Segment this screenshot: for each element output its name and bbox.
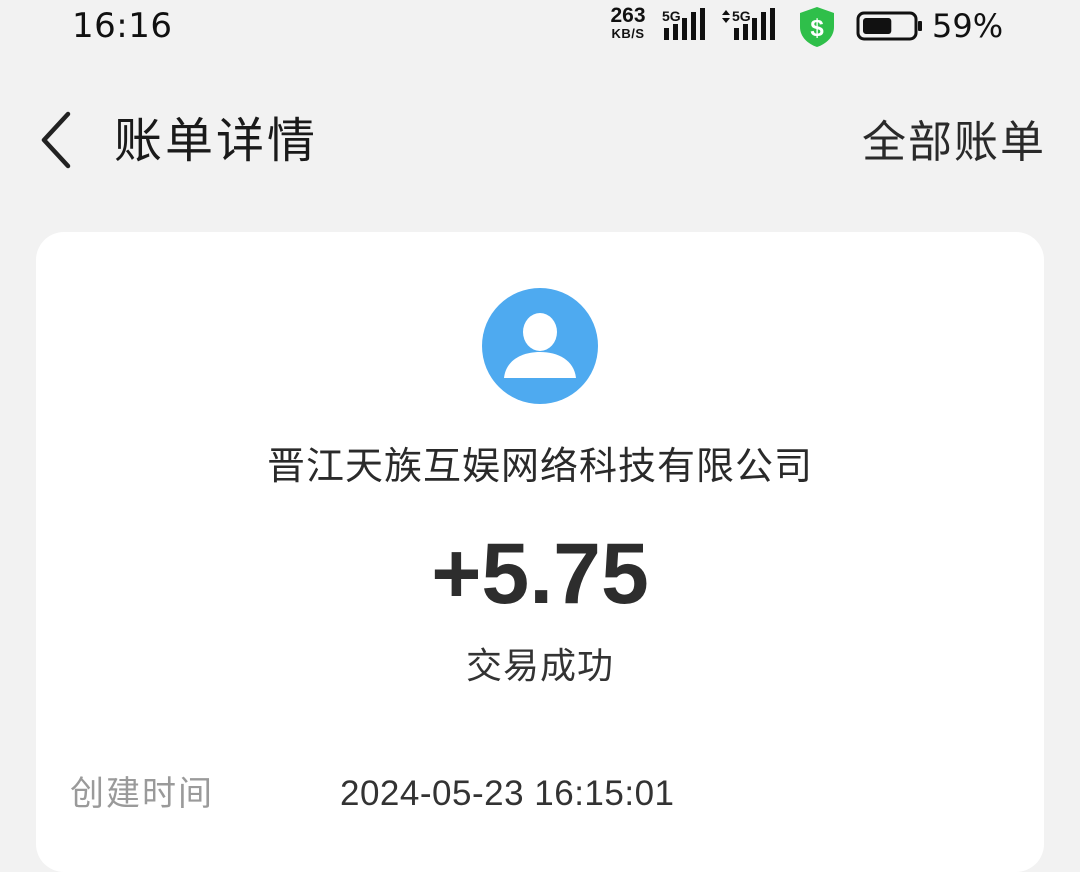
battery-percent: 59% <box>932 7 1004 45</box>
status-bar: 16:16 263 KB/S 5G 5G $ 59% <box>0 0 1080 58</box>
bill-detail-card: 晋江天族互娱网络科技有限公司 +5.75 交易成功 创建时间 2024-05-2… <box>36 232 1044 872</box>
payee-name: 晋江天族互娱网络科技有限公司 <box>266 444 813 488</box>
transaction-status: 交易成功 <box>465 646 614 687</box>
signal-2-label: 5G <box>732 8 751 24</box>
chevron-left-icon[interactable] <box>30 108 90 172</box>
created-time-value: 2024-05-23 16:15:01 <box>340 774 675 813</box>
user-avatar-icon <box>482 288 598 404</box>
detail-row-created-time: 创建时间 2024-05-23 16:15:01 <box>36 768 1044 824</box>
battery-icon <box>856 11 922 41</box>
page-title: 账单详情 <box>114 113 319 169</box>
created-time-label: 创建时间 <box>70 774 214 814</box>
network-speed-value: 263 <box>610 4 646 27</box>
all-bills-button[interactable]: 全部账单 <box>862 114 1046 172</box>
status-time: 16:16 <box>72 6 173 46</box>
transaction-amount: +5.75 <box>431 526 649 622</box>
network-speed: 263 KB/S <box>604 4 652 41</box>
shield-symbol: $ <box>810 15 824 42</box>
signal-5g-data-icon: 5G <box>722 8 775 40</box>
shield-dollar-icon: $ <box>800 7 834 47</box>
signal-1-label: 5G <box>662 8 681 24</box>
nav-bar: 账单详情 全部账单 <box>0 80 1080 204</box>
signal-5g-icon: 5G <box>662 8 705 40</box>
network-speed-unit: KB/S <box>611 26 645 41</box>
